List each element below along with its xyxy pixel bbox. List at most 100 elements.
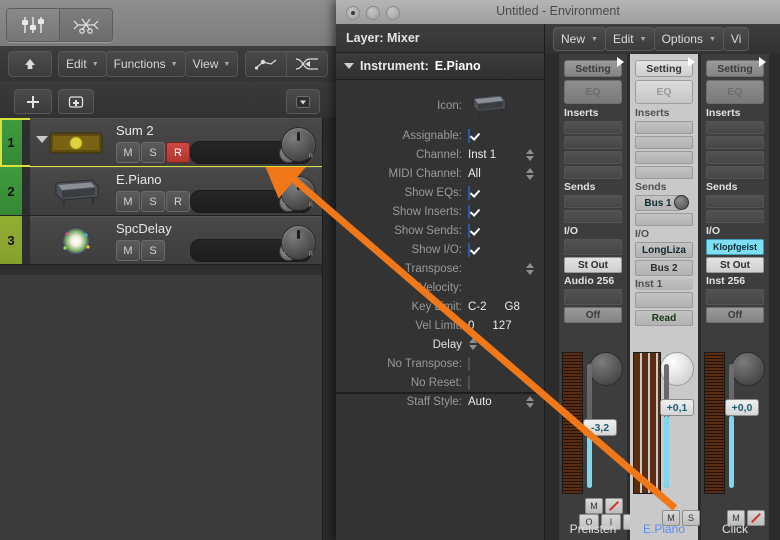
inspector-header[interactable]: Instrument: E.Piano <box>336 53 544 80</box>
title-bar[interactable]: Untitled - Environment <box>336 0 780 25</box>
insert-slot[interactable] <box>564 166 622 179</box>
solo-button[interactable]: S <box>141 142 165 163</box>
up-level-button[interactable] <box>8 51 52 77</box>
solo-button[interactable]: S <box>605 498 623 514</box>
insert-slot[interactable] <box>564 136 622 149</box>
record-button[interactable]: R <box>166 142 190 163</box>
insert-slot[interactable] <box>635 121 693 134</box>
mute-button[interactable]: M <box>116 142 140 163</box>
output-slot[interactable]: St Out <box>564 257 622 273</box>
group-slot[interactable] <box>564 289 622 305</box>
mixer-sum-icon[interactable] <box>48 128 104 158</box>
menu-edit[interactable]: Edit ▼ <box>58 51 107 77</box>
flex-icon[interactable] <box>286 51 329 77</box>
eq-display[interactable]: EQ <box>706 80 764 104</box>
track-body[interactable]: E.Piano M S R L R <box>30 167 322 215</box>
no-transpose-checkbox[interactable] <box>468 357 470 371</box>
insert-slot[interactable] <box>635 166 693 179</box>
solo-button[interactable]: S <box>141 240 165 261</box>
automation-mode-button[interactable]: Off <box>706 307 764 323</box>
stepper-icon[interactable] <box>525 395 534 409</box>
menu-options[interactable]: Options ▼ <box>653 27 724 51</box>
menu-view[interactable]: View ▼ <box>184 51 239 77</box>
setting-button[interactable]: Setting <box>706 60 764 77</box>
track-popup-button[interactable] <box>286 89 320 114</box>
strip-name[interactable]: Prelisten <box>559 522 627 536</box>
send-slot[interactable] <box>706 210 764 223</box>
solo-button[interactable]: S <box>141 191 165 212</box>
show-inserts-checkbox[interactable] <box>468 205 470 219</box>
input-slot[interactable] <box>564 239 622 255</box>
stepper-icon[interactable] <box>525 262 534 276</box>
gain-value[interactable]: +0,0 <box>725 399 759 416</box>
table-row[interactable]: 3 SpcDelay M S L R <box>0 216 322 265</box>
automation-mode-button[interactable]: Off <box>564 307 622 323</box>
stepper-icon[interactable] <box>525 167 534 181</box>
mute-button[interactable]: M <box>116 191 140 212</box>
table-row[interactable]: 2 E.Piano M S R L R <box>0 167 322 216</box>
pan-knob[interactable]: R <box>281 127 316 162</box>
insert-slot[interactable] <box>706 166 764 179</box>
channel-strip[interactable]: Setting EQ Inserts Sends Bus 1 I/O LongL… <box>630 54 700 540</box>
automation-mode-button[interactable]: Read <box>635 310 693 326</box>
menu-new[interactable]: New ▼ <box>553 27 606 51</box>
menu-functions[interactable]: Functions ▼ <box>105 51 186 77</box>
pan-knob[interactable]: L R <box>281 225 316 260</box>
insert-slot[interactable] <box>564 151 622 164</box>
gain-value[interactable]: -3,2 <box>583 419 617 436</box>
input-slot[interactable]: Klopfgeist <box>706 239 764 255</box>
insert-slot[interactable] <box>706 121 764 134</box>
eq-display[interactable]: EQ <box>564 80 622 104</box>
electric-piano-icon[interactable] <box>468 91 534 122</box>
show-eqs-checkbox[interactable] <box>468 186 470 200</box>
key-limit-low[interactable]: C-2 <box>468 301 487 313</box>
send-slot[interactable] <box>564 195 622 208</box>
stepper-icon[interactable] <box>525 148 534 162</box>
key-limit-high[interactable]: G8 <box>505 301 520 313</box>
menu-view[interactable]: Vi <box>722 27 750 51</box>
insert-slot[interactable] <box>706 136 764 149</box>
insert-slot[interactable] <box>706 151 764 164</box>
output-slot[interactable]: St Out <box>706 257 764 273</box>
stepper-icon[interactable] <box>468 337 477 351</box>
show-sends-checkbox[interactable] <box>468 224 470 238</box>
insert-slot[interactable] <box>635 151 693 164</box>
group-slot[interactable] <box>635 292 693 308</box>
strip-name[interactable]: Click <box>701 522 769 536</box>
disclosure-triangle-icon[interactable] <box>36 136 48 143</box>
scissors-icon[interactable] <box>60 9 112 41</box>
vel-limit-low[interactable]: 0 <box>468 320 474 332</box>
table-row[interactable]: 1 Sum 2 M S R R <box>0 118 322 167</box>
pan-knob[interactable]: L R <box>281 176 316 211</box>
eq-display[interactable]: EQ <box>635 80 693 104</box>
mute-button[interactable]: M <box>116 240 140 261</box>
pan-knob[interactable] <box>589 352 623 386</box>
record-button[interactable]: R <box>166 191 190 212</box>
space-delay-icon[interactable] <box>48 226 104 256</box>
track-body[interactable]: Sum 2 M S R R <box>30 118 322 166</box>
input-slot[interactable]: LongLiza <box>635 242 693 258</box>
disclosure-triangle-icon[interactable] <box>344 63 354 69</box>
electric-piano-icon[interactable] <box>48 177 104 207</box>
gain-value[interactable]: +0,1 <box>660 399 694 416</box>
channel-value[interactable]: Inst 1 <box>468 149 525 161</box>
pan-knob[interactable] <box>731 352 765 386</box>
channel-strip[interactable]: Setting EQ Inserts Sends I/O Klopfgeist … <box>701 54 769 540</box>
channel-strip[interactable]: Setting EQ Inserts Sends I/O St Out Audi… <box>559 54 643 540</box>
mixer-icon[interactable] <box>7 9 60 41</box>
output-slot[interactable]: Bus 2 <box>635 260 693 276</box>
layer-label[interactable]: Layer: Mixer <box>336 24 544 53</box>
show-io-checkbox[interactable] <box>468 243 470 257</box>
vel-limit-high[interactable]: 127 <box>492 320 511 332</box>
automation-icon[interactable] <box>245 51 288 77</box>
duplicate-track-button[interactable] <box>58 89 94 114</box>
group-slot[interactable] <box>706 289 764 305</box>
insert-slot[interactable] <box>635 136 693 149</box>
add-track-button[interactable] <box>14 89 52 114</box>
send-slot[interactable] <box>635 213 693 226</box>
midi-channel-value[interactable]: All <box>468 168 525 180</box>
staff-style-value[interactable]: Auto <box>468 396 525 408</box>
track-body[interactable]: SpcDelay M S L R <box>30 216 322 264</box>
send-level-knob[interactable] <box>674 195 689 210</box>
arrange-canvas[interactable] <box>0 275 322 540</box>
